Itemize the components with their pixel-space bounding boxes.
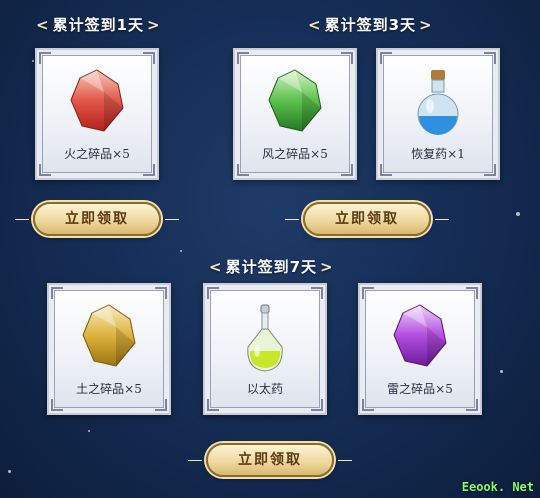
watermark: Eeook. Net: [461, 480, 534, 494]
claim-button-day7[interactable]: 立即领取: [188, 443, 352, 477]
reward-card-fire-shard: 火之碎品×5: [35, 48, 159, 180]
reward-card-thunder-shard: 雷之碎品×5: [358, 283, 482, 415]
star-decoration: [8, 470, 11, 473]
star-decoration: [88, 430, 90, 432]
reward-card-earth-shard: 土之碎品×5: [47, 283, 171, 415]
star-decoration: [180, 250, 182, 252]
section-title-day3: < 累计签到3天 >: [308, 16, 433, 34]
item-label: 火之碎品×5: [64, 147, 130, 161]
ether-potion-icon: [247, 304, 283, 372]
section-title-day7: < 累计签到7天 >: [209, 258, 334, 276]
item-label: 恢复药×1: [411, 147, 465, 161]
wind-crystal-icon: [268, 69, 322, 132]
claim-button-day3[interactable]: 立即领取: [285, 202, 449, 236]
claim-button-day1[interactable]: 立即领取: [15, 202, 179, 236]
healing-potion-icon: [417, 70, 459, 135]
star-decoration: [516, 212, 520, 216]
star-decoration: [32, 60, 34, 62]
earth-crystal-icon: [82, 304, 136, 367]
thunder-crystal-icon: [393, 304, 447, 367]
reward-card-ether-potion: 以太药: [203, 283, 327, 415]
item-label: 以太药: [246, 382, 283, 396]
item-label: 风之碎品×5: [262, 147, 328, 161]
reward-card-wind-shard: 风之碎品×5: [233, 48, 357, 180]
section-title-day1: < 累计签到1天 >: [36, 16, 161, 34]
reward-card-healing-potion: 恢复药×1: [376, 48, 500, 180]
star-decoration: [500, 370, 503, 373]
item-label: 土之碎品×5: [76, 382, 142, 396]
fire-crystal-icon: [70, 69, 124, 132]
item-label: 雷之碎品×5: [387, 382, 453, 396]
